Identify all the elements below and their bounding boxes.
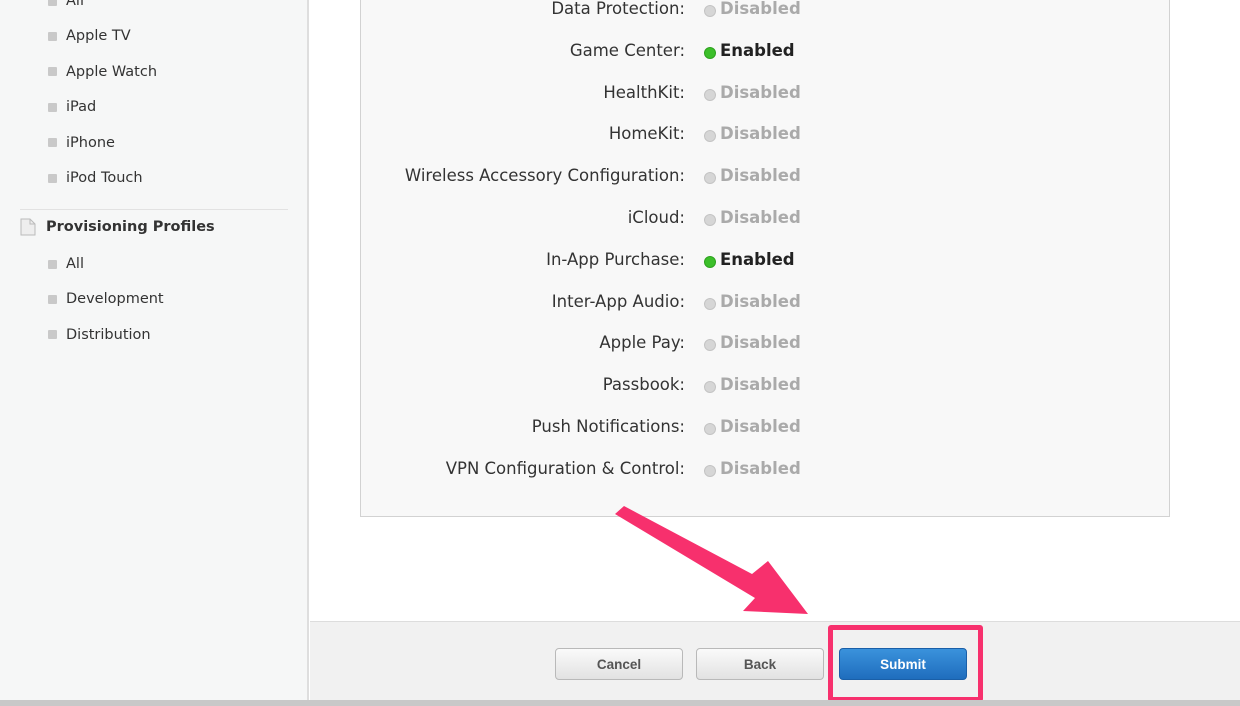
bottom-edge	[0, 700, 1240, 706]
arrow-annotation-icon	[615, 506, 808, 614]
